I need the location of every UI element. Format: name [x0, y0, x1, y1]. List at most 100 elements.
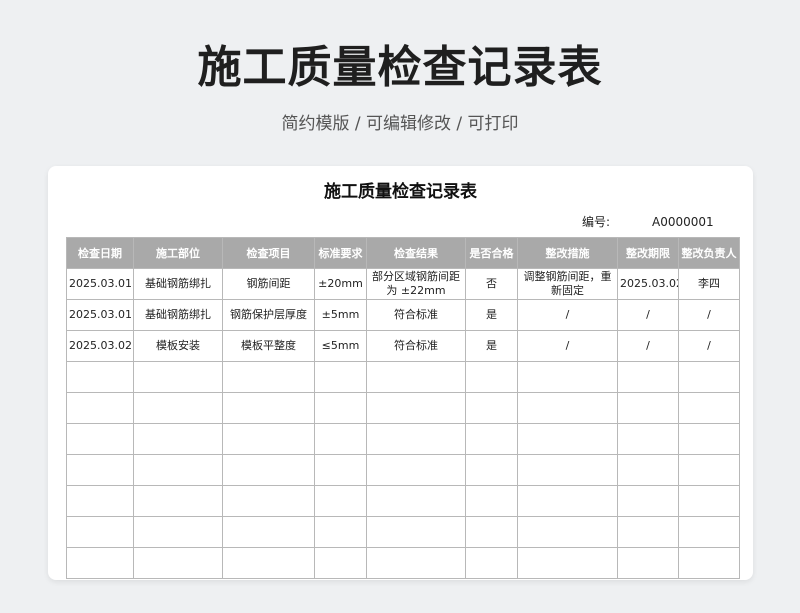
table-cell[interactable] — [465, 485, 518, 517]
table-cell[interactable] — [66, 454, 134, 486]
table-cell[interactable] — [517, 485, 618, 517]
table-cell[interactable] — [222, 516, 315, 548]
table-cell[interactable] — [465, 392, 518, 424]
table-cell[interactable] — [617, 423, 679, 455]
table-cell[interactable]: 2025.03.01 — [66, 268, 134, 300]
table-cell[interactable] — [678, 423, 740, 455]
table-cell[interactable] — [314, 516, 367, 548]
table-cell[interactable] — [314, 392, 367, 424]
table-cell[interactable] — [66, 547, 134, 579]
table-cell[interactable] — [617, 392, 679, 424]
table-cell[interactable] — [517, 516, 618, 548]
table-cell[interactable]: 模板安装 — [133, 330, 223, 362]
table-cell[interactable] — [314, 423, 367, 455]
table-cell[interactable] — [133, 361, 223, 393]
table-cell[interactable] — [314, 454, 367, 486]
table-cell[interactable] — [517, 547, 618, 579]
table-cell[interactable] — [678, 361, 740, 393]
table-cell[interactable] — [465, 423, 518, 455]
table-cell[interactable] — [366, 547, 466, 579]
table-cell[interactable] — [314, 547, 367, 579]
table-cell[interactable]: 基础钢筋绑扎 — [133, 299, 223, 331]
table-cell[interactable] — [465, 361, 518, 393]
table-cell[interactable] — [314, 361, 367, 393]
table-cell[interactable]: 符合标准 — [366, 299, 466, 331]
table-cell[interactable] — [133, 547, 223, 579]
table-cell[interactable] — [66, 423, 134, 455]
table-row — [66, 485, 740, 517]
table-cell[interactable]: 基础钢筋绑扎 — [133, 268, 223, 300]
table-row — [66, 423, 740, 455]
table-cell[interactable]: 符合标准 — [366, 330, 466, 362]
table-cell[interactable] — [133, 516, 223, 548]
table-cell[interactable] — [366, 485, 466, 517]
table-cell[interactable]: / — [678, 330, 740, 362]
table-cell[interactable] — [366, 516, 466, 548]
table-cell[interactable] — [314, 485, 367, 517]
table-cell[interactable]: 是 — [465, 299, 518, 331]
serial-number-value[interactable]: A0000001 — [652, 213, 714, 231]
table-cell[interactable] — [222, 454, 315, 486]
table-cell[interactable] — [133, 423, 223, 455]
table-cell[interactable] — [465, 516, 518, 548]
table-cell[interactable]: 模板平整度 — [222, 330, 315, 362]
table-cell[interactable]: 否 — [465, 268, 518, 300]
table-cell[interactable] — [517, 454, 618, 486]
table-cell[interactable] — [222, 392, 315, 424]
table-cell[interactable] — [617, 361, 679, 393]
table-cell[interactable] — [133, 485, 223, 517]
table-cell[interactable]: 2025.03.01 — [66, 299, 134, 331]
table-cell[interactable] — [617, 454, 679, 486]
table-cell[interactable] — [617, 485, 679, 517]
table-row: 2025.03.01 基础钢筋绑扎 钢筋保护层厚度 ±5mm 符合标准 是 / … — [66, 299, 740, 331]
table-cell[interactable]: ±20mm — [314, 268, 367, 300]
table-cell[interactable] — [66, 516, 134, 548]
table-cell[interactable]: 钢筋保护层厚度 — [222, 299, 315, 331]
table-cell[interactable] — [678, 392, 740, 424]
table-row: 2025.03.02 模板安装 模板平整度 ≤5mm 符合标准 是 / / / — [66, 330, 740, 362]
table-cell[interactable] — [678, 454, 740, 486]
table-cell[interactable] — [66, 361, 134, 393]
table-cell[interactable] — [133, 392, 223, 424]
table-cell[interactable] — [517, 392, 618, 424]
table-row — [66, 392, 740, 424]
table-cell[interactable]: 2025.03.02 — [66, 330, 134, 362]
table-cell[interactable] — [517, 423, 618, 455]
table-cell[interactable]: / — [517, 330, 618, 362]
table-cell[interactable] — [222, 423, 315, 455]
table-cell[interactable] — [366, 361, 466, 393]
table-cell[interactable]: / — [617, 330, 679, 362]
table-cell[interactable] — [617, 547, 679, 579]
table-cell[interactable] — [66, 392, 134, 424]
table-cell[interactable] — [465, 454, 518, 486]
table-cell[interactable] — [366, 423, 466, 455]
table-cell[interactable] — [366, 454, 466, 486]
table-cell[interactable]: / — [617, 299, 679, 331]
table-cell[interactable]: / — [678, 299, 740, 331]
table-cell[interactable]: 李四 — [678, 268, 740, 300]
table-row — [66, 547, 740, 579]
table-cell[interactable] — [678, 485, 740, 517]
table-cell[interactable]: ±5mm — [314, 299, 367, 331]
column-header-standard-requirement: 标准要求 — [314, 237, 367, 269]
table-cell[interactable] — [222, 547, 315, 579]
table-cell[interactable]: 调整钢筋间距，重新固定 — [517, 268, 618, 300]
page-subtitle: 简约模版 / 可编辑修改 / 可打印 — [281, 114, 519, 134]
table-cell[interactable] — [222, 485, 315, 517]
column-header-qualified: 是否合格 — [465, 237, 518, 269]
table-cell[interactable] — [66, 485, 134, 517]
table-cell[interactable]: / — [517, 299, 618, 331]
table-cell[interactable] — [517, 361, 618, 393]
table-cell[interactable] — [366, 392, 466, 424]
table-cell[interactable]: 是 — [465, 330, 518, 362]
table-cell[interactable] — [465, 547, 518, 579]
table-cell[interactable] — [133, 454, 223, 486]
table-cell[interactable] — [678, 547, 740, 579]
table-cell[interactable] — [678, 516, 740, 548]
table-cell[interactable]: ≤5mm — [314, 330, 367, 362]
table-cell[interactable] — [222, 361, 315, 393]
table-cell[interactable]: 2025.03.02 — [617, 268, 679, 300]
table-cell[interactable]: 部分区域钢筋间距为 ±22mm — [366, 268, 466, 300]
table-cell[interactable]: 钢筋间距 — [222, 268, 315, 300]
table-cell[interactable] — [617, 516, 679, 548]
